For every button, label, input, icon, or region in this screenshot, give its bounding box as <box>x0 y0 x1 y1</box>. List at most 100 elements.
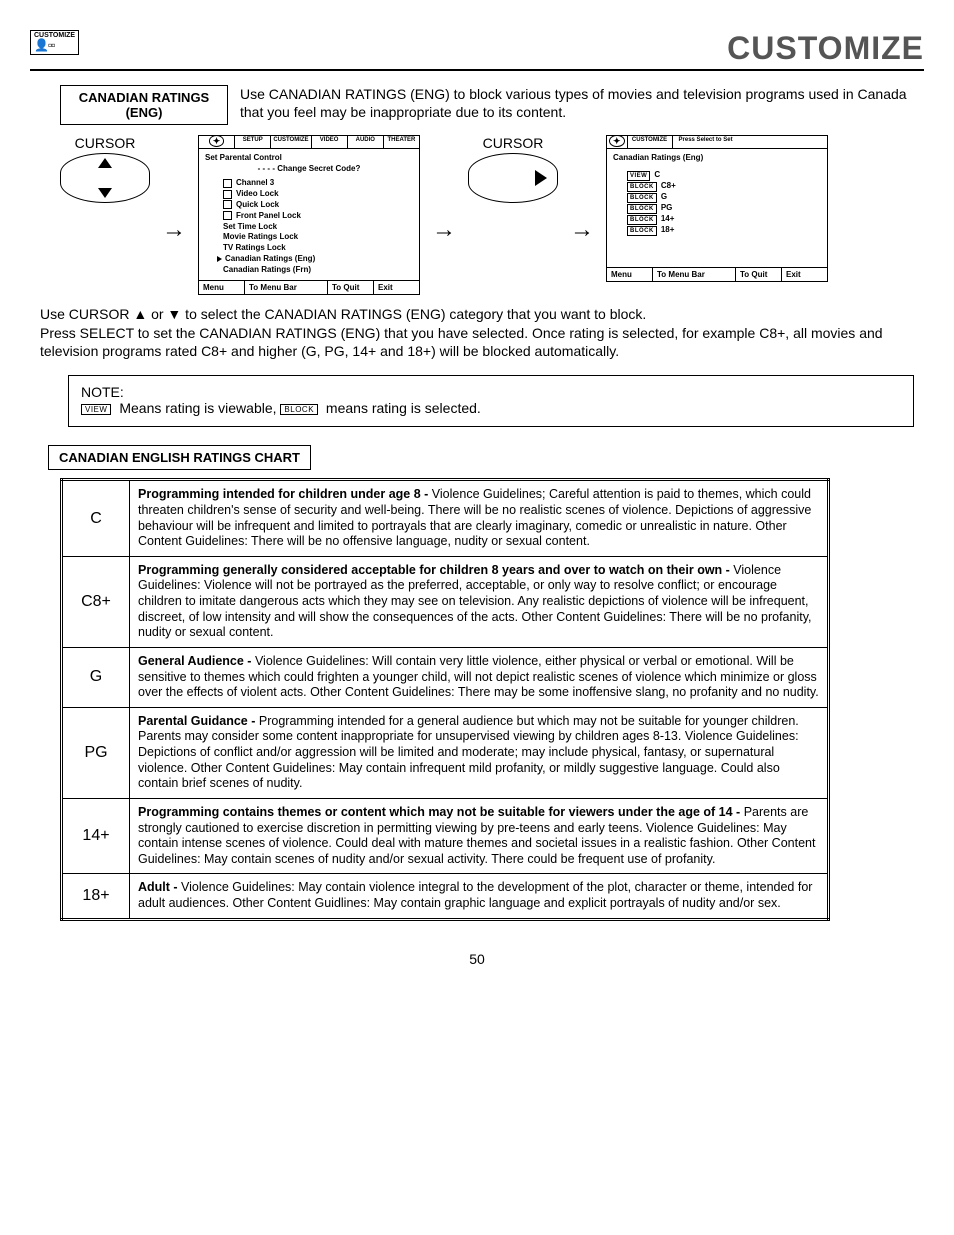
triangle-right-icon <box>535 170 547 186</box>
body-paragraphs: Use CURSOR ▲ or ▼ to select the CANADIAN… <box>40 305 924 362</box>
cursor-label: CURSOR <box>468 135 558 151</box>
osd-footer-exit: Exit <box>374 281 419 294</box>
osd-footer-bar: To Menu Bar <box>245 281 328 294</box>
view-tag: VIEW <box>627 171 650 181</box>
osd1-item: Movie Ratings Lock <box>205 232 413 243</box>
block-tag: BLOCK <box>627 204 657 214</box>
rating-description: Programming contains themes or content w… <box>130 798 829 874</box>
rating-description: Adult - Violence Guidelines: May contain… <box>130 874 829 919</box>
osd-footer-exit: Exit <box>782 268 827 281</box>
ratings-chart-table: CProgramming intended for children under… <box>60 478 830 920</box>
block-tag: BLOCK <box>280 404 318 415</box>
osd2-title: Canadian Ratings (Eng) <box>613 153 821 164</box>
osd1-item: Channel 3 <box>236 178 274 187</box>
osd1-item: Front Panel Lock <box>236 211 301 220</box>
rating-code: G <box>62 647 130 707</box>
osd1-tabs: ✦ SETUP CUSTOMIZE VIDEO AUDIO THEATER <box>199 136 419 149</box>
osd-footer-bar: To Menu Bar <box>653 268 736 281</box>
checkbox-icon <box>223 179 232 188</box>
osd1-subtitle: - - - - Change Secret Code? <box>205 164 413 175</box>
rating-label: C8+ <box>661 181 676 190</box>
osd2-body: Canadian Ratings (Eng) VIEW C BLOCK C8+ BL… <box>607 149 827 267</box>
rating-code: C <box>62 480 130 557</box>
page-header: CUSTOMIZE 👤▫▫ CUSTOMIZE <box>30 30 924 71</box>
diagram-row: CURSOR → ✦ SETUP CUSTOMIZE VIDEO AUDIO T… <box>60 135 924 295</box>
osd1-item: Video Lock <box>236 189 279 198</box>
osd-parental-control: ✦ SETUP CUSTOMIZE VIDEO AUDIO THEATER Se… <box>198 135 420 295</box>
osd1-item-selected: Canadian Ratings (Eng) <box>225 254 315 263</box>
osd2-tabs: ✦ CUSTOMIZE Press Select to Set <box>607 136 827 149</box>
cursor-label: CURSOR <box>60 135 150 151</box>
rating-label: PG <box>661 203 673 212</box>
checkbox-icon <box>223 211 232 220</box>
cursor-pad-up-down <box>60 153 150 203</box>
table-row: GGeneral Audience - Violence Guidelines:… <box>62 647 829 707</box>
chart-heading: CANADIAN ENGLISH RATINGS CHART <box>48 445 311 470</box>
osd2-tab: CUSTOMIZE <box>628 136 673 148</box>
rating-label: C <box>654 170 660 179</box>
page-number: 50 <box>30 951 924 967</box>
note-title: NOTE: <box>81 384 124 400</box>
osd2-tab: ✦ <box>607 136 628 148</box>
rating-code: PG <box>62 707 130 798</box>
block-tag: BLOCK <box>627 182 657 192</box>
body-line1: Use CURSOR ▲ or ▼ to select the CANADIAN… <box>40 306 646 322</box>
pointer-icon <box>217 256 222 262</box>
osd1-footer: Menu To Menu Bar To Quit Exit <box>199 280 419 294</box>
rating-description: General Audience - Violence Guidelines: … <box>130 647 829 707</box>
rating-description: Programming intended for children under … <box>130 480 829 557</box>
checkbox-icon <box>223 200 232 209</box>
osd1-item: Set Time Lock <box>205 222 413 233</box>
osd1-item: Quick Lock <box>236 200 279 209</box>
intro-text: Use CANADIAN RATINGS (ENG) to block vari… <box>240 85 924 125</box>
osd2-footer: Menu To Menu Bar To Quit Exit <box>607 267 827 281</box>
rating-code: C8+ <box>62 556 130 647</box>
block-tag: BLOCK <box>627 226 657 236</box>
table-row: 18+Adult - Violence Guidelines: May cont… <box>62 874 829 919</box>
table-row: CProgramming intended for children under… <box>62 480 829 557</box>
view-tag: VIEW <box>81 404 111 415</box>
rating-label: 14+ <box>661 214 675 223</box>
osd1-body: Set Parental Control - - - - Change Secr… <box>199 149 419 280</box>
rating-label: 18+ <box>661 225 675 234</box>
triangle-down-icon <box>98 188 112 198</box>
osd1-tab: ✦ <box>199 136 235 148</box>
osd1-title: Set Parental Control <box>205 153 413 164</box>
section-label-box: CANADIAN RATINGS (ENG) <box>60 85 228 125</box>
osd2-tab: Press Select to Set <box>673 136 827 148</box>
rating-code: 14+ <box>62 798 130 874</box>
osd1-item: Canadian Ratings (Frn) <box>205 265 413 276</box>
body-line2: Press SELECT to set the CANADIAN RATINGS… <box>40 325 883 360</box>
checkbox-icon <box>223 190 232 199</box>
rating-description: Programming generally considered accepta… <box>130 556 829 647</box>
customize-logo: CUSTOMIZE 👤▫▫ <box>30 30 79 55</box>
arrow-right-icon: → <box>570 216 594 244</box>
note-box: NOTE: VIEW Means rating is viewable, BLO… <box>68 375 914 427</box>
osd1-tab: SETUP <box>235 136 271 148</box>
osd-footer-menu: Menu <box>607 268 653 281</box>
block-tag: BLOCK <box>627 193 657 203</box>
table-row: C8+Programming generally considered acce… <box>62 556 829 647</box>
osd1-tab: THEATER <box>384 136 419 148</box>
arrow-right-icon: → <box>432 216 456 244</box>
arrow-right-icon: → <box>162 216 186 244</box>
osd-canadian-ratings: ✦ CUSTOMIZE Press Select to Set Canadian… <box>606 135 828 282</box>
osd1-tab: AUDIO <box>348 136 384 148</box>
osd-footer-quit: To Quit <box>328 281 374 294</box>
page-title: CUSTOMIZE <box>727 30 924 67</box>
cursor-updown: CURSOR <box>60 135 150 203</box>
note-text: means rating is selected. <box>322 400 481 416</box>
logo-icons: 👤▫▫ <box>34 38 54 52</box>
table-row: 14+Programming contains themes or conten… <box>62 798 829 874</box>
table-row: PGParental Guidance - Programming intend… <box>62 707 829 798</box>
rating-description: Parental Guidance - Programming intended… <box>130 707 829 798</box>
rating-label: G <box>661 192 667 201</box>
osd1-tab: CUSTOMIZE <box>271 136 311 148</box>
osd1-item: TV Ratings Lock <box>205 243 413 254</box>
rating-code: 18+ <box>62 874 130 919</box>
section-line1: CANADIAN RATINGS <box>79 90 209 105</box>
note-text: Means rating is viewable, <box>115 400 280 416</box>
osd-footer-quit: To Quit <box>736 268 782 281</box>
cursor-right: CURSOR <box>468 135 558 203</box>
osd-footer-menu: Menu <box>199 281 245 294</box>
